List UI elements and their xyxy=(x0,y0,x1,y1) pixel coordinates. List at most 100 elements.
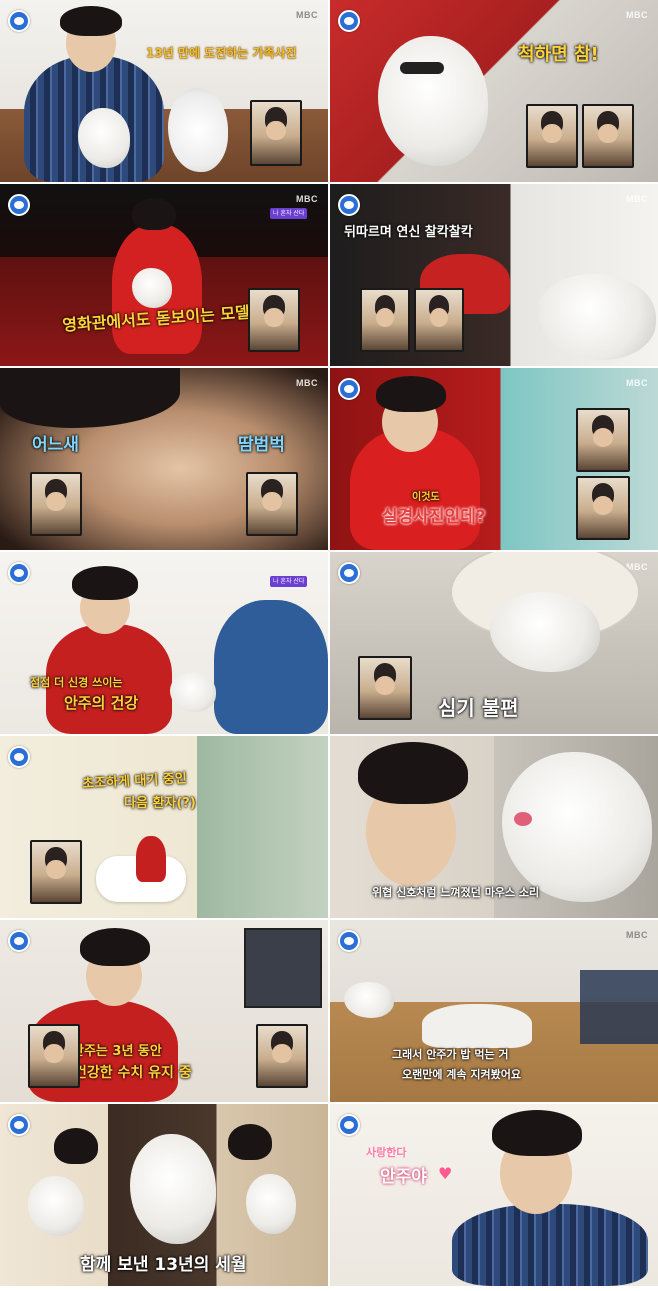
show-logo-icon xyxy=(8,194,30,216)
man-hair xyxy=(132,198,176,230)
caption-right: 땀범벅 xyxy=(238,435,285,455)
show-logo-icon xyxy=(338,194,360,216)
mbc-watermark: MBC xyxy=(296,194,318,204)
panel-family-photo: MBC 13년 만에 도전하는 가족사진 xyxy=(0,0,328,182)
studio-reaction-box xyxy=(30,472,82,536)
heart-icon: ♥ xyxy=(438,1164,453,1183)
caption-line-1: 그래서 안주가 밥 먹는 거 xyxy=(392,1048,509,1061)
man-in-red-jacket xyxy=(136,836,166,882)
caption-text: 함께 보낸 13년의 세월 xyxy=(80,1255,247,1275)
caption-line-2: 다음 환자(?) xyxy=(124,796,196,811)
caption-text: 실경사진인데? xyxy=(382,507,486,527)
caption-text: 척하면 참! xyxy=(518,44,599,65)
blue-rug xyxy=(580,970,658,1044)
studio-reaction-box xyxy=(248,288,300,352)
studio-reaction-box xyxy=(576,408,630,472)
cat-tongue-icon xyxy=(514,812,532,826)
white-cat-held xyxy=(28,1176,84,1236)
white-cat xyxy=(490,592,600,672)
caption-line-2: 건강한 수치 유지 중 xyxy=(74,1065,192,1081)
caption-small: 이것도 xyxy=(412,492,440,503)
man-lying-on-floor xyxy=(422,1004,532,1048)
studio-reaction-box xyxy=(28,1024,80,1088)
program-sticker: 나 혼자 산다 xyxy=(270,208,308,220)
studio-reaction-box xyxy=(360,288,410,352)
man-hair xyxy=(358,742,468,804)
mbc-watermark: MBC xyxy=(626,10,648,20)
show-logo-icon xyxy=(8,562,30,584)
man-hair xyxy=(60,6,122,36)
panel-closeup-sweat: MBC 어느새 땀범벅 xyxy=(0,368,328,550)
show-logo-icon xyxy=(8,1114,30,1136)
caption-small: 점점 더 신경 쓰이는 xyxy=(30,676,123,689)
panel-love-you-anju: 사랑한다 안주야 ♥ xyxy=(330,1104,658,1286)
show-logo-icon xyxy=(8,10,30,32)
show-logo-icon xyxy=(8,746,30,768)
mbc-watermark: MBC xyxy=(626,930,648,940)
man-hair xyxy=(492,1110,582,1156)
man-hair xyxy=(72,566,138,600)
man-hair xyxy=(0,368,180,428)
white-cat xyxy=(132,268,172,308)
studio-reaction-box xyxy=(358,656,412,720)
man-hair xyxy=(80,928,150,966)
panel-health-check: MBC 안주는 3년 동안 건강한 수치 유지 중 xyxy=(0,920,328,1102)
monitor-screen xyxy=(244,928,322,1008)
caption-text: 안주의 건강 xyxy=(64,694,139,712)
panel-cat-sunglasses: MBC 척하면 참! xyxy=(330,0,658,182)
panel-cinema-red-seats: MBC 영화관에서도 돋보이는 모델 가족 나 혼자 산다 xyxy=(0,184,328,366)
studio-reaction-box xyxy=(576,476,630,540)
show-logo-icon xyxy=(338,10,360,32)
panel-watching-cat-eat: MBC 그래서 안주가 밥 먹는 거 오랜만에 계속 지켜봤어요 xyxy=(330,920,658,1102)
caption-line-1: 초조하게 대기 중인 xyxy=(81,771,188,792)
panel-vet-clinic: 점점 더 신경 쓰이는 안주의 건강 나 혼자 산다 xyxy=(0,552,328,734)
caption-text: 위협 신호처럼 느껴졌던 마우스 소리 xyxy=(372,886,540,899)
panel-13-years-together: 함께 보낸 13년의 세월 xyxy=(0,1104,328,1286)
white-cat-licking xyxy=(502,752,652,902)
panel-cinema-pose: MBC 이것도 실경사진인데? xyxy=(330,368,658,550)
sunglasses-icon xyxy=(400,62,444,74)
mbc-watermark: MBC xyxy=(626,378,648,388)
man-hair xyxy=(376,376,446,412)
caption-left: 어느새 xyxy=(32,435,79,455)
show-logo-icon xyxy=(338,562,360,584)
caption-line-2: 오랜만에 계속 지켜봤어요 xyxy=(402,1068,521,1081)
show-logo-icon xyxy=(8,930,30,952)
studio-reaction-box xyxy=(414,288,464,352)
white-cat-closeup xyxy=(130,1134,216,1244)
show-logo-icon xyxy=(338,1114,360,1136)
panel-following-cat: MBC 뒤따르며 연신 찰칵찰칵 xyxy=(330,184,658,366)
man-hair xyxy=(54,1128,98,1164)
studio-reaction-box xyxy=(256,1024,308,1088)
vet-doctor xyxy=(214,600,328,734)
studio-reaction-box xyxy=(250,100,302,166)
studio-reaction-box xyxy=(246,472,298,536)
mbc-watermark: MBC xyxy=(296,10,318,20)
photo-collage: MBC 13년 만에 도전하는 가족사진 MBC 척하면 참! MBC 영화관에… xyxy=(0,0,658,1291)
caption-line-1: 사랑한다 xyxy=(366,1146,407,1159)
cat-plush-toy xyxy=(168,88,228,172)
caption-line-1: 안주는 3년 동안 xyxy=(72,1044,162,1059)
studio-reaction-box xyxy=(582,104,634,168)
caption-text: 13년 만에 도전하는 가족사진 xyxy=(146,46,297,60)
man-in-plaid-shirt xyxy=(452,1204,648,1286)
studio-reaction-box xyxy=(526,104,578,168)
cat-in-sunglasses xyxy=(378,36,488,166)
mbc-watermark: MBC xyxy=(296,378,318,388)
show-logo-icon xyxy=(338,378,360,400)
program-sticker: 나 혼자 산다 xyxy=(270,576,308,588)
caption-text: 뒤따르며 연신 찰칵찰칵 xyxy=(344,225,473,240)
panel-cat-and-man-closeup: 위협 신호처럼 느껴졌던 마우스 소리 xyxy=(330,736,658,918)
caption-line-2: 안주야 xyxy=(380,1167,427,1187)
white-cat xyxy=(536,274,656,360)
white-cat-held xyxy=(246,1174,296,1234)
white-cat xyxy=(78,108,130,168)
mbc-watermark: MBC xyxy=(626,194,648,204)
man-hair xyxy=(228,1124,272,1160)
panel-cat-cone: MBC 심기 불편 xyxy=(330,552,658,734)
panel-waiting-room: 초조하게 대기 중인 다음 환자(?) xyxy=(0,736,328,918)
studio-reaction-box xyxy=(30,840,82,904)
white-cat xyxy=(170,672,216,712)
show-logo-icon xyxy=(338,930,360,952)
white-cat xyxy=(344,982,394,1018)
